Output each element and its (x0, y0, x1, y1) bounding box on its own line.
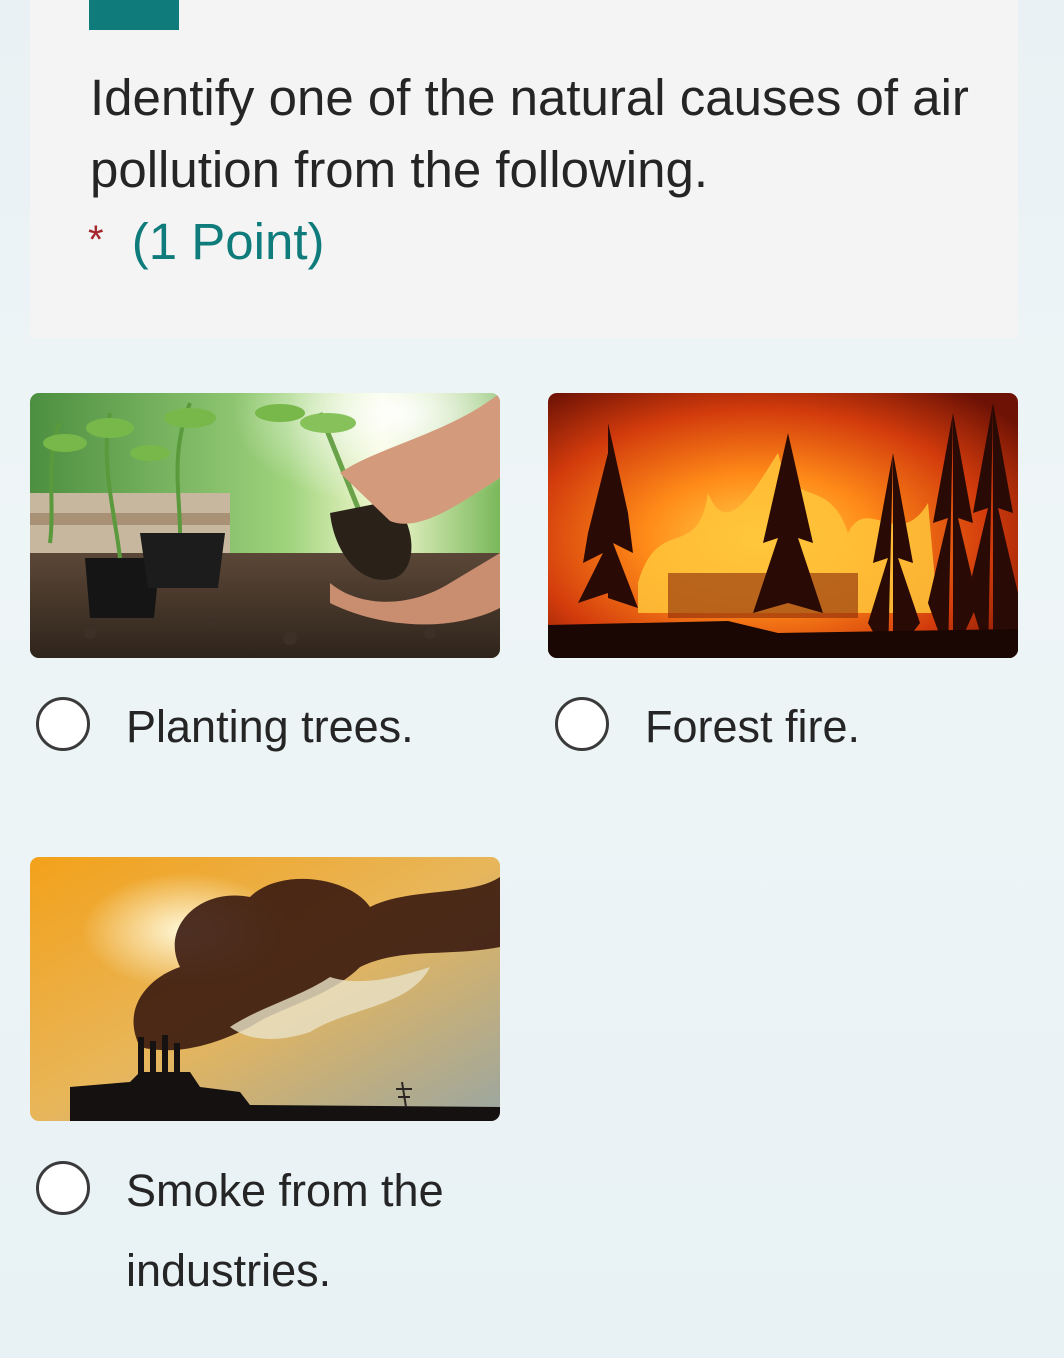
option-radio-forest-fire[interactable] (555, 697, 609, 751)
option-image-industrial-smoke[interactable] (30, 857, 500, 1121)
option-radio-planting-trees[interactable] (36, 697, 90, 751)
option-image-forest-fire[interactable] (548, 393, 1018, 658)
option-image-planting-trees[interactable] (30, 393, 500, 658)
option-radio-industrial-smoke[interactable] (36, 1161, 90, 1215)
option-label-planting-trees[interactable]: Planting trees. (126, 687, 466, 767)
required-marker: * (88, 218, 104, 262)
option-label-industrial-smoke[interactable]: Smoke from the industries. (126, 1151, 486, 1311)
option-label-forest-fire[interactable]: Forest fire. (645, 687, 985, 767)
accent-bar (89, 0, 179, 30)
question-title: Identify one of the natural causes of ai… (90, 69, 969, 198)
question-points: (1 Point) (131, 213, 325, 270)
question-meta: * (1 Point) (88, 208, 325, 274)
